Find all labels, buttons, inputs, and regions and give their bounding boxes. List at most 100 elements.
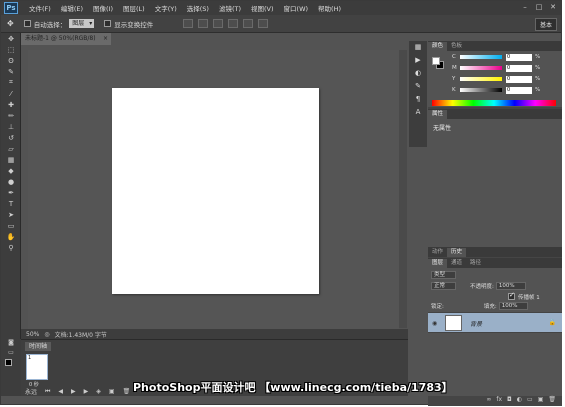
menu-filter[interactable]: 滤镜(T) <box>214 3 246 13</box>
screen-mode-icon[interactable]: ▭ <box>1 349 21 359</box>
folder-icon[interactable]: ▭ <box>527 396 533 406</box>
tab-color[interactable]: 颜色 <box>428 42 448 51</box>
opacity-field[interactable]: 100% <box>495 281 526 290</box>
brush-panel-icon[interactable]: ✎ <box>409 80 427 93</box>
first-frame-icon[interactable]: ⏮ <box>45 388 50 396</box>
align-right-icon[interactable] <box>258 19 269 28</box>
eyedropper-icon[interactable]: ⁄ <box>1 88 21 99</box>
layer-name[interactable]: 背景 <box>470 319 482 328</box>
stamp-icon[interactable]: ⊥ <box>1 121 21 132</box>
delete-frame-icon[interactable]: 🗑 <box>123 388 131 395</box>
new-layer-icon[interactable]: ▣ <box>538 396 544 406</box>
type-icon[interactable]: T <box>1 198 21 209</box>
close-tab-icon[interactable]: × <box>103 33 108 45</box>
color-spectrum-bar[interactable] <box>432 100 556 106</box>
align-left-icon[interactable] <box>228 19 239 28</box>
quickmask-icon[interactable]: ◙ <box>1 339 21 349</box>
marquee-icon[interactable]: ⬚ <box>1 44 21 55</box>
color-swatch[interactable] <box>432 57 444 69</box>
eye-icon[interactable]: ◉ <box>432 320 437 327</box>
tab-properties[interactable]: 属性 <box>428 110 448 119</box>
cyan-slider[interactable] <box>460 55 502 59</box>
show-transform-option[interactable]: 显示变换控件 <box>104 19 153 29</box>
hand-icon[interactable]: ✋ <box>1 231 21 242</box>
brush-icon[interactable]: ✏ <box>1 110 21 121</box>
yellow-slider[interactable] <box>460 77 502 81</box>
maximize-icon[interactable]: □ <box>535 3 543 11</box>
prev-frame-icon[interactable]: ◀ <box>58 388 63 395</box>
filter-kind-select[interactable]: 类型 <box>431 270 457 279</box>
auto-select-checkbox[interactable] <box>23 20 31 27</box>
gradient-icon[interactable]: ▦ <box>1 154 21 165</box>
tab-actions[interactable]: 动作 <box>428 248 447 257</box>
play-icon[interactable]: ▶ <box>71 388 76 395</box>
blur-icon[interactable]: ◆ <box>1 165 21 176</box>
move-icon[interactable]: ✥ <box>1 33 21 44</box>
move-tool-icon[interactable]: ✥ <box>7 19 14 28</box>
path-select-icon[interactable]: ➤ <box>1 209 21 220</box>
dodge-icon[interactable]: ● <box>1 176 21 187</box>
tab-paths[interactable]: 路径 <box>466 259 485 268</box>
tween-icon[interactable]: ◈ <box>96 388 101 395</box>
auto-select-dropdown[interactable]: 图层 <box>69 19 95 28</box>
menu-image[interactable]: 图像(I) <box>88 3 118 13</box>
workspace-switcher[interactable]: 基本 <box>534 18 557 31</box>
lasso-icon[interactable]: ʘ <box>1 55 21 66</box>
auto-select-option[interactable]: 自动选择： 图层 <box>23 19 95 29</box>
black-slider[interactable] <box>460 88 502 92</box>
fx-icon[interactable]: fx <box>496 396 502 406</box>
layer-row-background[interactable]: ◉ 背景 🔒 <box>428 312 562 333</box>
tab-swatches[interactable]: 色板 <box>447 42 466 51</box>
align-bottom-icon[interactable] <box>213 19 224 28</box>
minimize-icon[interactable]: – <box>521 3 529 11</box>
fill-field[interactable]: 100% <box>498 301 529 310</box>
menu-select[interactable]: 选择(S) <box>182 3 214 13</box>
trash-icon[interactable]: 🗑 <box>548 396 556 406</box>
character-panel-icon[interactable]: A <box>409 106 427 119</box>
menu-edit[interactable]: 编辑(E) <box>56 3 88 13</box>
foreground-color[interactable] <box>5 359 12 366</box>
link-icon[interactable]: ∞ <box>486 396 491 406</box>
menu-file[interactable]: 文件(F) <box>24 3 56 13</box>
menu-help[interactable]: 帮助(H) <box>313 3 346 13</box>
document-tab[interactable]: 未标题-1 @ 50%(RGB/8) × <box>21 33 111 45</box>
mask-icon[interactable]: ◘ <box>507 396 512 406</box>
status-info-icon[interactable]: ◎ <box>44 331 49 338</box>
blend-mode-select[interactable]: 正常 <box>431 281 457 290</box>
next-frame-icon[interactable]: ▶ <box>84 388 89 395</box>
menu-layer[interactable]: 图层(L) <box>118 3 150 13</box>
actions-panel-icon[interactable]: ▶ <box>409 54 427 67</box>
magenta-slider[interactable] <box>460 66 502 70</box>
history-brush-icon[interactable]: ↺ <box>1 132 21 143</box>
zoom-icon[interactable]: ⚲ <box>1 242 21 253</box>
history-panel-icon[interactable]: ▦ <box>409 41 427 54</box>
eraser-icon[interactable]: ▱ <box>1 143 21 154</box>
healing-icon[interactable]: ✚ <box>1 99 21 110</box>
cyan-value[interactable]: 0 <box>506 53 532 61</box>
propagate-checkbox[interactable] <box>508 291 515 300</box>
zoom-level[interactable]: 50% <box>26 331 39 338</box>
menu-type[interactable]: 文字(Y) <box>150 3 182 13</box>
paragraph-panel-icon[interactable]: ¶ <box>409 93 427 106</box>
magenta-value[interactable]: 0 <box>506 64 532 72</box>
loop-select[interactable]: 永远 <box>25 387 37 396</box>
tab-channels[interactable]: 通道 <box>447 259 466 268</box>
menu-window[interactable]: 窗口(W) <box>279 3 314 13</box>
align-hcenter-icon[interactable] <box>243 19 254 28</box>
align-top-icon[interactable] <box>183 19 194 28</box>
new-frame-icon[interactable]: ▣ <box>109 388 115 395</box>
adjustments-panel-icon[interactable]: ◐ <box>409 67 427 80</box>
adjustment-icon[interactable]: ◐ <box>517 396 522 406</box>
panel-fg-color[interactable] <box>432 57 440 65</box>
close-icon[interactable]: ✕ <box>549 3 557 11</box>
canvas[interactable] <box>112 88 319 294</box>
tab-layers[interactable]: 图层 <box>428 259 448 268</box>
menu-view[interactable]: 视图(V) <box>246 3 279 13</box>
timeline-tab[interactable]: 时间轴 <box>25 342 52 351</box>
rectangle-icon[interactable]: ▭ <box>1 220 21 231</box>
show-transform-checkbox[interactable] <box>104 20 112 27</box>
quick-select-icon[interactable]: ✎ <box>1 66 21 77</box>
timeline-frame[interactable]: 1 0 秒 <box>26 354 48 388</box>
crop-icon[interactable]: ⌗ <box>1 77 21 88</box>
yellow-value[interactable]: 0 <box>506 75 532 83</box>
